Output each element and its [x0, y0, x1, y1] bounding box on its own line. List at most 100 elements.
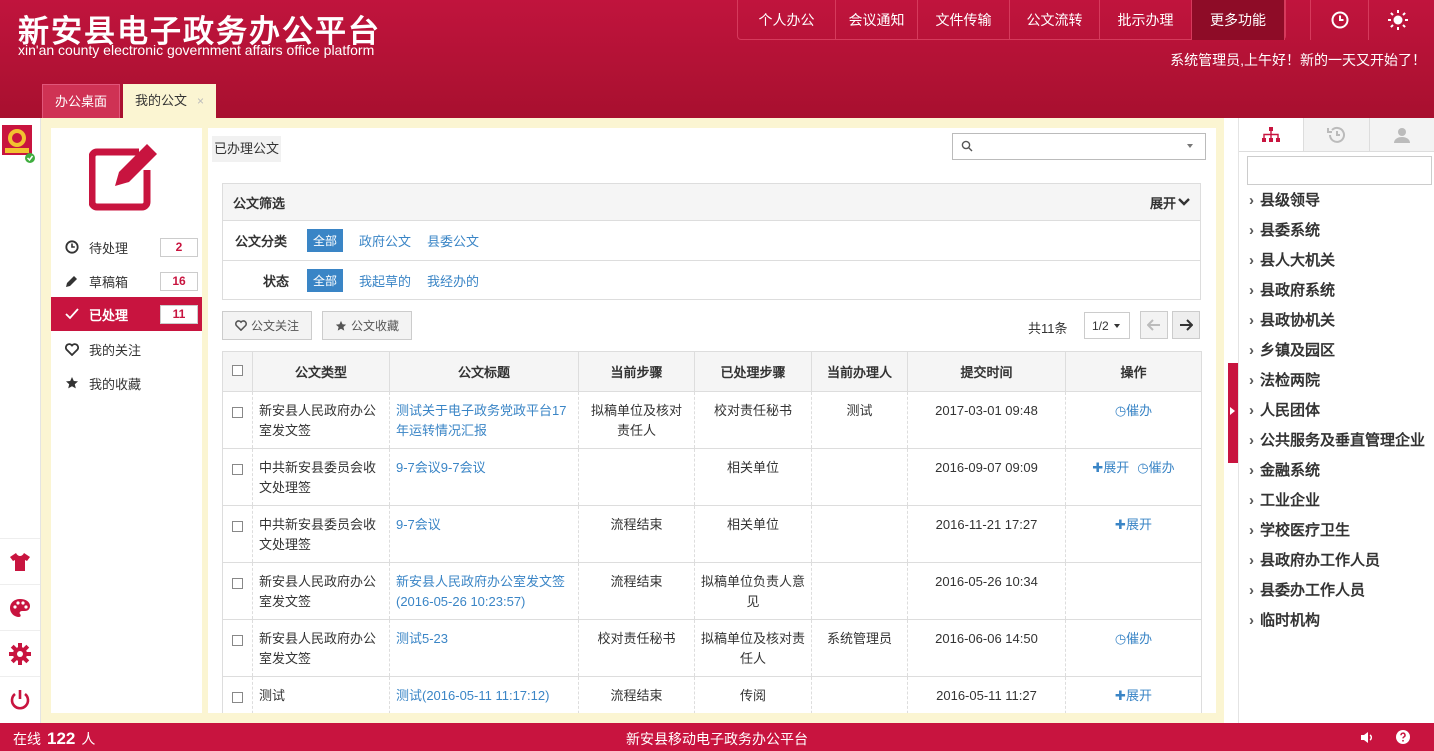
org-tree-item[interactable]: › 县政府系统 [1249, 276, 1335, 306]
sun-icon[interactable] [1368, 0, 1426, 40]
filter-category-all[interactable]: 全部 [307, 229, 344, 252]
row-checkbox[interactable] [222, 391, 253, 449]
col-current-handler[interactable]: 当前办理人 [811, 351, 908, 392]
table-row[interactable]: 中共新安县委员会收文处理签 9-7会议 流程结束 相关单位 2016-11-21 17:… [222, 505, 1202, 563]
tab-office-desktop[interactable]: 办公桌面 [42, 84, 121, 118]
tab-my-documents[interactable]: 我的公文 × [123, 84, 217, 118]
org-tree-item[interactable]: › 县人大机关 [1249, 246, 1335, 276]
col-submit-time[interactable]: 提交时间 [907, 351, 1066, 392]
nav-more[interactable]: 更多功能 [1192, 0, 1285, 40]
col-type[interactable]: 公文类型 [252, 351, 390, 392]
org-tree-item[interactable]: › 学校医疗卫生 [1249, 516, 1350, 546]
org-tree-item[interactable]: › 人民团体 [1249, 396, 1320, 426]
skin-icon[interactable] [0, 538, 40, 584]
close-icon[interactable]: × [197, 94, 204, 108]
table-row[interactable]: 新安县人民政府办公室发文签 新安县人民政府办公室发文签(2016-05-26 10… [222, 562, 1202, 620]
org-tree-item[interactable]: › 县政协机关 [1249, 306, 1335, 336]
nav-personal-office[interactable]: 个人办公 [738, 0, 836, 40]
expand-button[interactable]: ✚展开 [1115, 688, 1152, 703]
row-title-link[interactable]: 9-7会议 [389, 505, 579, 563]
org-tree-item[interactable]: › 乡镇及园区 [1249, 336, 1335, 366]
menu-pending[interactable]: 待处理 2 [51, 230, 202, 264]
org-tree-item[interactable]: › 县委办工作人员 [1249, 576, 1365, 606]
nav-file-transfer[interactable]: 文件传输 [918, 0, 1010, 40]
table-row[interactable]: 测试 测试(2016-05-11 11:17:12) 流程结束 传阅 2016-05-1… [222, 676, 1202, 713]
dropdown-icon[interactable] [1187, 144, 1193, 148]
menu-drafts[interactable]: 草稿箱 16 [51, 264, 202, 298]
nav-document-flow[interactable]: 公文流转 [1010, 0, 1100, 40]
org-search-input[interactable] [1247, 156, 1432, 185]
next-page-button[interactable] [1172, 311, 1200, 339]
clock-icon[interactable] [1310, 0, 1368, 40]
org-tree-item-label: 学校医疗卫生 [1260, 522, 1351, 539]
history-tab[interactable] [1304, 118, 1370, 151]
checkbox[interactable] [232, 578, 243, 589]
panel-toggle-handle[interactable] [1228, 363, 1238, 463]
checkbox[interactable] [232, 635, 243, 646]
org-tree-item[interactable]: › 工业企业 [1249, 486, 1320, 516]
menu-my-follows[interactable]: 我的关注 [51, 332, 202, 366]
row-title-link[interactable]: 测试(2016-05-11 11:17:12) [389, 676, 579, 713]
org-tree-tab[interactable] [1239, 118, 1305, 151]
follow-document-button[interactable]: 公文关注 [222, 311, 313, 340]
row-operations: ◷催办 [1065, 619, 1202, 677]
row-checkbox[interactable] [222, 505, 253, 563]
select-all-checkbox[interactable] [222, 351, 253, 392]
org-tree-item[interactable]: › 金融系统 [1249, 456, 1320, 486]
col-title[interactable]: 公文标题 [389, 351, 579, 392]
filter-status-drafted[interactable]: 我起草的 [359, 271, 411, 290]
urge-button[interactable]: ◷催办 [1115, 403, 1152, 418]
table-row[interactable]: 新安县人民政府办公室发文签 测试5-23 校对责任秘书 拟稿单位及核对责任人 系统管理员… [222, 619, 1202, 677]
filter-expand-button[interactable]: 展开 [1150, 193, 1190, 212]
nav-instruction[interactable]: 批示办理 [1100, 0, 1192, 40]
row-title-link[interactable]: 测试5-23 [389, 619, 579, 677]
menu-processed[interactable]: 已处理 11 [51, 297, 202, 331]
power-icon[interactable] [0, 676, 40, 722]
urge-button[interactable]: ◷催办 [1115, 631, 1152, 646]
contacts-tab[interactable] [1369, 118, 1434, 151]
row-title-link[interactable]: 9-7会议9-7会议 [389, 448, 579, 506]
palette-icon[interactable] [0, 584, 40, 630]
org-tree-item[interactable]: › 临时机构 [1249, 606, 1320, 636]
favorite-document-button[interactable]: 公文收藏 [322, 311, 413, 340]
nav-meeting-notice[interactable]: 会议通知 [836, 0, 918, 40]
search-input[interactable] [952, 133, 1206, 160]
table-row[interactable]: 中共新安县委员会收文处理签 9-7会议9-7会议 相关单位 2016-09-07 09… [222, 448, 1202, 506]
user-icon [1393, 127, 1410, 143]
col-processed-step[interactable]: 已处理步骤 [694, 351, 812, 392]
prev-page-button[interactable] [1140, 311, 1168, 339]
filter-category-label: 公文分类 [235, 234, 288, 249]
checkbox[interactable] [232, 407, 243, 418]
org-tree-item[interactable]: › 公共服务及垂直管理企业 [1249, 426, 1425, 456]
page-select[interactable]: 1/2 [1084, 312, 1130, 339]
filter-status-handled[interactable]: 我经办的 [427, 271, 479, 290]
row-checkbox[interactable] [222, 676, 253, 713]
col-current-step[interactable]: 当前步骤 [578, 351, 695, 392]
row-title-link[interactable]: 新安县人民政府办公室发文签(2016-05-26 10:23:57) [389, 562, 579, 620]
menu-my-favorites[interactable]: 我的收藏 [51, 366, 202, 400]
org-tree-item[interactable]: › 县委系统 [1249, 216, 1320, 246]
gear-icon[interactable] [0, 630, 40, 676]
filter-status-all[interactable]: 全部 [307, 268, 344, 292]
operation-label: 展开 [1103, 460, 1130, 475]
row-title-link[interactable]: 测试关于电子政务党政平台17年运转情况汇报 [389, 391, 579, 449]
row-checkbox[interactable] [222, 619, 253, 677]
help-icon[interactable] [1396, 730, 1410, 747]
row-checkbox[interactable] [222, 448, 253, 506]
avatar[interactable] [1, 123, 35, 163]
volume-icon[interactable] [1360, 731, 1374, 747]
row-checkbox[interactable] [222, 562, 253, 620]
filter-category-county-committee[interactable]: 县委公文 [427, 231, 479, 250]
expand-button[interactable]: ✚展开 [1115, 517, 1152, 532]
org-tree-item[interactable]: › 县政府办工作人员 [1249, 546, 1380, 576]
checkbox[interactable] [232, 692, 243, 703]
chevron-right-icon: › [1249, 612, 1254, 629]
org-tree-item[interactable]: › 县级领导 [1249, 186, 1320, 216]
table-row[interactable]: 新安县人民政府办公室发文签 测试关于电子政务党政平台17年运转情况汇报 拟稿单位及核… [222, 391, 1202, 449]
urge-button[interactable]: ◷催办 [1137, 460, 1174, 475]
org-tree-item[interactable]: › 法检两院 [1249, 366, 1320, 396]
expand-button[interactable]: ✚展开 [1092, 460, 1129, 475]
filter-category-government[interactable]: 政府公文 [359, 231, 411, 250]
checkbox[interactable] [232, 521, 243, 532]
checkbox[interactable] [232, 464, 243, 475]
